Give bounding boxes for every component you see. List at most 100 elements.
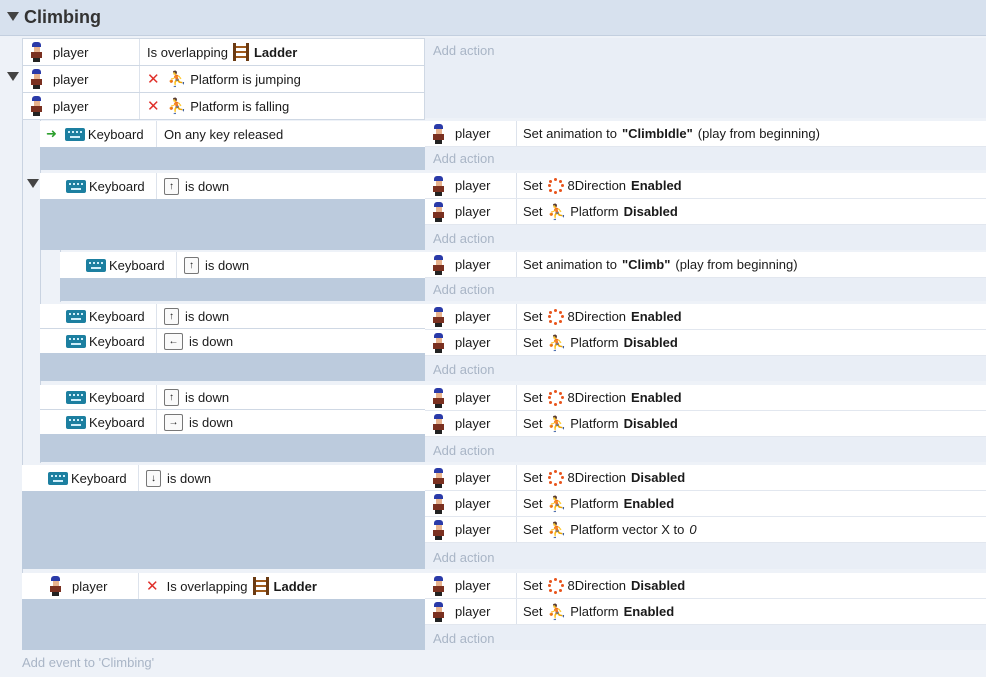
condition-row[interactable]: Keyboard ↑ is down <box>40 173 425 199</box>
behavior-name: Platform <box>570 496 619 511</box>
object-cell: player <box>425 517 517 542</box>
action-row[interactable]: player Set animation to "ClimbIdle" (pla… <box>425 121 986 147</box>
conditions-area: ➜ Keyboard On any key released <box>40 121 425 170</box>
add-action-link[interactable]: Add action <box>433 282 494 297</box>
action-row[interactable]: player Set 8Direction Enabled <box>425 385 986 411</box>
action-text: Set ⛹ Platform Disabled <box>517 334 678 352</box>
ladder-icon <box>232 43 249 61</box>
eight-direction-icon <box>547 389 564 406</box>
action-text: Set ⛹ Platform vector X to 0 <box>517 521 697 539</box>
condition-row[interactable]: player ✕ Is overlapping Ladder <box>22 573 425 599</box>
add-event-link[interactable]: Add event to 'Climbing' <box>22 655 154 670</box>
collapse-event-icon[interactable] <box>27 179 39 188</box>
add-action-link[interactable]: Add action <box>433 443 494 458</box>
condition-label: is down <box>185 389 230 405</box>
group-header[interactable] <box>0 0 986 36</box>
player-sprite-icon <box>29 42 45 62</box>
condition-row[interactable]: player Is overlapping Ladder <box>22 38 425 66</box>
collapse-event-icon[interactable] <box>7 72 19 81</box>
platform-behavior-icon: ⛹ <box>167 71 187 88</box>
collapse-group-icon[interactable] <box>7 12 19 21</box>
object-cell: player <box>425 573 517 598</box>
keyboard-icon <box>66 334 86 348</box>
behavior-name: 8Direction <box>567 470 627 485</box>
add-action-link[interactable]: Add action <box>433 151 494 166</box>
action-row[interactable]: player Set 8Direction Enabled <box>425 304 986 330</box>
keyboard-icon <box>48 471 68 485</box>
left-key-icon: ← <box>164 332 183 350</box>
keyboard-icon <box>66 415 86 429</box>
conditions-area: Keyboard ↑ is down Keyboard → is down <box>40 385 425 462</box>
action-row[interactable]: player Set ⛹ Platform Enabled <box>425 599 986 625</box>
state-param: Disabled <box>623 335 678 350</box>
state-param: Enabled <box>631 309 682 324</box>
keyboard-icon <box>66 390 86 404</box>
action-text: Set animation to "ClimbIdle" (play from … <box>517 126 820 141</box>
eight-direction-icon <box>547 577 564 594</box>
condition-row[interactable]: Keyboard ↑ is down <box>40 385 425 410</box>
add-action-link[interactable]: Add action <box>433 43 494 58</box>
action-row[interactable]: player Set 8Direction Enabled <box>425 173 986 199</box>
actions-area: player Set animation to "ClimbIdle" (pla… <box>425 121 986 170</box>
action-text: Set 8Direction Enabled <box>517 177 682 194</box>
add-action-link[interactable]: Add action <box>433 631 494 646</box>
object-name: player <box>455 578 491 593</box>
object-cell: player <box>23 93 140 119</box>
object-cell: player <box>425 330 517 355</box>
keyboard-icon <box>66 179 86 193</box>
eight-direction-icon <box>547 177 564 194</box>
action-label: Set <box>523 178 543 193</box>
action-row[interactable]: player Set animation to "Climb" (play fr… <box>425 252 986 278</box>
action-row[interactable]: player Set ⛹ Platform Enabled <box>425 491 986 517</box>
object-name: player <box>455 178 491 193</box>
player-sprite-icon <box>431 493 447 514</box>
condition-row[interactable]: ➜ Keyboard On any key released <box>40 121 425 147</box>
action-row[interactable]: player Set 8Direction Disabled <box>425 465 986 491</box>
object-cell: player <box>23 66 140 92</box>
object-cell: Keyboard <box>22 465 139 491</box>
event-climbing-parent-conditions[interactable]: player Is overlapping Ladder player ✕ ⛹ … <box>22 38 425 120</box>
action-row[interactable]: player Set ⛹ Platform vector X to 0 <box>425 517 986 543</box>
down-key-icon: ↓ <box>146 469 161 487</box>
add-action-link[interactable]: Add action <box>433 362 494 377</box>
action-row[interactable]: player Set ⛹ Platform Disabled <box>425 199 986 225</box>
object-name: player <box>53 44 89 60</box>
actions-area: player Set animation to "Climb" (play fr… <box>425 252 986 301</box>
right-key-icon: → <box>164 413 183 431</box>
add-action-link[interactable]: Add action <box>433 231 494 246</box>
object-name: Keyboard <box>89 389 145 405</box>
player-sprite-icon <box>431 254 447 275</box>
condition-row[interactable]: Keyboard ↓ is down <box>22 465 425 491</box>
condition-row[interactable]: Keyboard ← is down <box>40 329 425 353</box>
add-action-link[interactable]: Add action <box>433 550 494 565</box>
object-cell: Keyboard <box>40 173 157 199</box>
action-label: Set <box>523 309 543 324</box>
action-text: Set ⛹ Platform Disabled <box>517 415 678 433</box>
player-sprite-icon <box>48 576 64 596</box>
action-row[interactable]: player Set ⛹ Platform Disabled <box>425 411 986 437</box>
object-name: player <box>455 416 491 431</box>
condition-row[interactable]: Keyboard → is down <box>40 410 425 434</box>
state-param: Disabled <box>631 578 686 593</box>
condition-text: → is down <box>157 413 233 431</box>
action-label: Set <box>523 496 543 511</box>
condition-row[interactable]: Keyboard ↑ is down <box>60 252 425 278</box>
object-name: player <box>53 71 89 87</box>
condition-row[interactable]: Keyboard ↑ is down <box>40 304 425 329</box>
action-row[interactable]: player Set 8Direction Disabled <box>425 573 986 599</box>
condition-row[interactable]: player ✕ ⛹ Platform is jumping <box>22 66 425 93</box>
action-row[interactable]: player Set ⛹ Platform Disabled <box>425 330 986 356</box>
action-text: Set animation to "Climb" (play from begi… <box>517 257 798 272</box>
action-label: Set <box>523 470 543 485</box>
invert-x-icon: ✕ <box>146 578 159 595</box>
object-cell: player <box>425 599 517 624</box>
object-cell: player <box>23 39 140 65</box>
up-key-icon: ↑ <box>164 388 179 406</box>
action-label: Set <box>523 204 543 219</box>
action-text: Set ⛹ Platform Enabled <box>517 495 674 513</box>
platform-behavior-icon: ⛹ <box>547 521 567 539</box>
player-sprite-icon <box>431 413 447 434</box>
condition-label: is down <box>189 333 234 349</box>
condition-row[interactable]: player ✕ ⛹ Platform is falling <box>22 93 425 120</box>
object-name: Keyboard <box>71 470 127 486</box>
